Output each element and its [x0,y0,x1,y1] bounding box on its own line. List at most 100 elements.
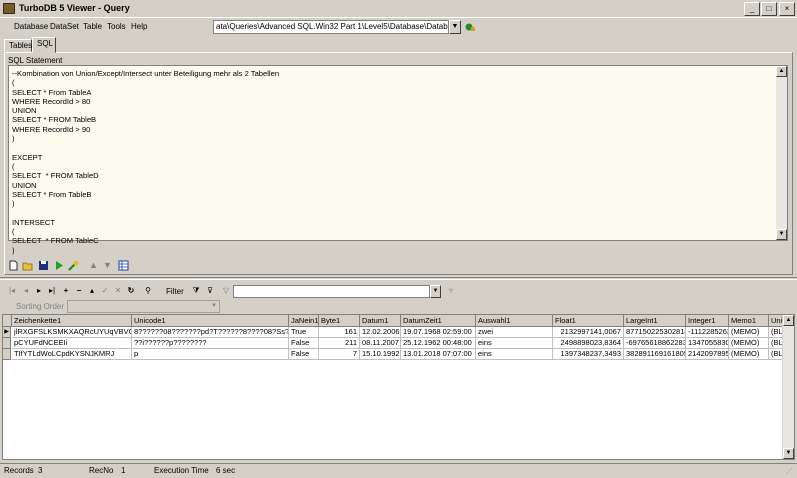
database-path-input[interactable]: ata\Queries\Advanced SQL.Win32 Part 1\Le… [213,20,449,34]
cell[interactable]: 25.12.1962 00:48:00 [401,338,476,349]
cell[interactable]: eins [476,338,553,349]
column-header[interactable]: Auswahl1 [476,315,553,327]
cell[interactable]: True [289,327,319,338]
scroll-down-icon[interactable]: ▼ [776,229,787,240]
column-header[interactable]: Float1 [553,315,624,327]
filter-label[interactable]: Filter [166,287,184,296]
sort-order-select[interactable] [67,300,220,313]
tab-tables[interactable]: Tables [4,39,32,52]
save-icon[interactable] [38,260,49,271]
cell[interactable]: (MEMO) [729,327,769,338]
run-icon[interactable] [54,260,65,271]
column-header[interactable]: Memo1 [729,315,769,327]
grid-scrollbar[interactable]: ▲ ▼ [782,315,794,459]
run-wizard-icon[interactable] [68,260,79,271]
cell[interactable]: 211 [319,338,360,349]
menu-table[interactable]: Table [83,22,102,31]
prior-record-icon[interactable]: ◂ [20,284,32,298]
new-file-icon[interactable] [8,260,19,271]
menu-database[interactable]: Database [14,22,48,31]
filter-apply-icon[interactable]: ▿ [445,284,457,298]
tab-sql[interactable]: SQL [32,37,56,53]
cell[interactable]: -1112285263 [686,327,729,338]
cell[interactable]: 7 [319,349,360,360]
cell[interactable]: eins [476,349,553,360]
first-record-icon[interactable]: |◂ [6,284,18,298]
refresh-icon[interactable]: ↻ [125,284,137,298]
table-row[interactable]: TIfYTLdWoLCpdKYSNJKMRJ p False 7 15.10.1… [3,349,794,360]
data-grid[interactable]: Zeichenkette1 Unicode1 JaNein1 Byte1 Dat… [2,314,795,460]
column-header[interactable]: Byte1 [319,315,360,327]
filter-input[interactable] [233,285,430,298]
splitter[interactable] [0,277,797,280]
cell[interactable]: 8??????08???????pd?T??????8????08?Ss?' [132,327,289,338]
cell[interactable]: pCYUFdNCEEIi [12,338,132,349]
cell[interactable]: False [289,338,319,349]
cell[interactable]: -6976561886228381 [624,338,686,349]
cell[interactable]: p [132,349,289,360]
cell[interactable]: 1347055830 [686,338,729,349]
cell[interactable]: 8771502253028146 [624,327,686,338]
filter-dropdown-icon[interactable]: ▼ [430,285,441,298]
column-header[interactable]: Unicode1 [132,315,289,327]
sql-editor[interactable]: --Kombination von Union/Except/Intersect… [8,65,788,255]
insert-record-icon[interactable]: + [60,284,72,298]
column-header[interactable]: Zeichenkette1 [12,315,132,327]
minimize-button[interactable]: _ [744,2,760,16]
editor-scrollbar[interactable]: ▲ ▼ [776,66,787,240]
filter-clear-icon[interactable]: ⊽ [204,284,216,298]
cell[interactable]: 1397348237,3493 [553,349,624,360]
cell[interactable]: zwei [476,327,553,338]
filter-icon[interactable]: ⧩ [190,284,202,298]
filter-toggle-icon[interactable]: ▽ [220,284,232,298]
cell[interactable]: (MEMO) [729,349,769,360]
cell[interactable]: 15.10.1992 [360,349,401,360]
connect-icon[interactable] [465,22,476,32]
column-header[interactable]: JaNein1 [289,315,319,327]
cell[interactable]: False [289,349,319,360]
menu-help[interactable]: Help [131,22,147,31]
menu-dataset[interactable]: DataSet [50,22,79,31]
cell[interactable]: 19.07.1968 02:59:00 [401,327,476,338]
chevron-down-icon[interactable]: ▼ [449,20,461,34]
open-folder-icon[interactable] [22,260,33,271]
cell[interactable]: jlRXGFSLKSMKXAQRcUYUqVBVG [12,327,132,338]
cell[interactable]: 08.11.2007 [360,338,401,349]
column-header[interactable]: Integer1 [686,315,729,327]
previous-icon[interactable]: ▲ [88,260,99,271]
resize-grip-icon[interactable]: ⋰ [786,467,796,477]
window-title: TurboDB 5 Viewer - Query [19,3,130,13]
column-header[interactable]: Datum1 [360,315,401,327]
maximize-button[interactable]: □ [761,2,777,16]
cell[interactable]: (MEMO) [729,338,769,349]
scroll-up-icon[interactable]: ▲ [776,66,787,77]
column-header[interactable]: DatumZeit1 [401,315,476,327]
post-icon[interactable]: ✓ [99,284,111,298]
cell[interactable]: 2498898023,8364 [553,338,624,349]
cell[interactable]: 2142097895 [686,349,729,360]
sort-dropdown-icon[interactable]: ▼ [209,301,219,312]
cell[interactable]: 2132997141,0067 [553,327,624,338]
cancel-icon[interactable]: ✕ [112,284,124,298]
find-icon[interactable]: ⚲ [142,284,154,298]
grid-view-icon[interactable] [118,260,129,271]
table-row[interactable]: pCYUFdNCEEIi ??i??????p???????? False 21… [3,338,794,349]
scroll-up-icon[interactable]: ▲ [783,315,794,326]
cell[interactable]: ??i??????p???????? [132,338,289,349]
menu-tools[interactable]: Tools [107,22,126,31]
delete-record-icon[interactable]: − [73,284,85,298]
last-record-icon[interactable]: ▸| [46,284,58,298]
scroll-down-icon[interactable]: ▼ [783,448,794,459]
next-icon[interactable]: ▼ [102,260,113,271]
cell[interactable]: 13.01.2018 07:07:00 [401,349,476,360]
next-record-icon[interactable]: ▸ [33,284,45,298]
close-button[interactable]: × [779,2,795,16]
edit-record-icon[interactable]: ▴ [86,284,98,298]
sql-editor-text[interactable]: --Kombination von Union/Except/Intersect… [12,69,279,255]
cell[interactable]: TIfYTLdWoLCpdKYSNJKMRJ [12,349,132,360]
cell[interactable]: 161 [319,327,360,338]
column-header[interactable]: LargeInt1 [624,315,686,327]
cell[interactable]: 3828911691618052 [624,349,686,360]
cell[interactable]: 12.02.2006 [360,327,401,338]
table-row[interactable]: ▶ jlRXGFSLKSMKXAQRcUYUqVBVG 8??????08???… [3,327,794,338]
